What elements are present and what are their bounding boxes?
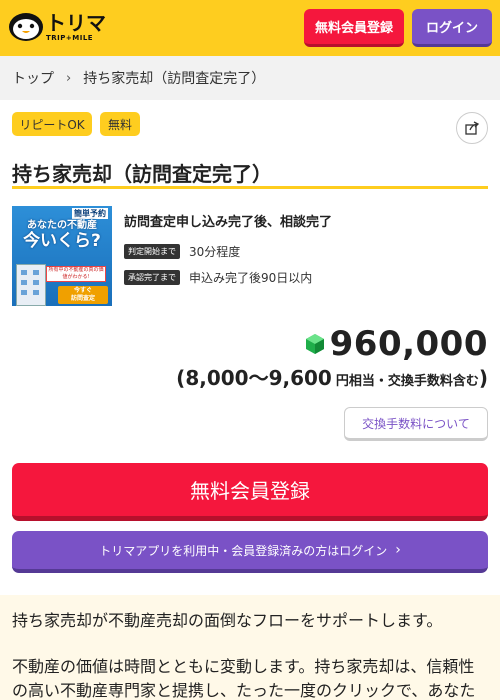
range-close-paren: ) bbox=[478, 366, 488, 390]
logo-tagline: TRIP+MILE bbox=[46, 33, 94, 42]
header-register-button[interactable]: 無料会員登録 bbox=[304, 9, 404, 47]
tag-free: 無料 bbox=[100, 112, 140, 136]
range-separator: 〜 bbox=[248, 366, 269, 390]
offer-thumbnail: 簡単予約 あなたの不動産 今いくら? 所有中の不動産の真の価値がわかる! 今すぐ… bbox=[12, 206, 112, 306]
thumb-card-text: 所有中の不動産の真の価値がわかる! bbox=[46, 266, 106, 282]
title-underline bbox=[12, 186, 488, 189]
logo-name: トリマ bbox=[46, 10, 106, 35]
header-bar: トリマ TRIP+MILE 無料会員登録 ログイン bbox=[0, 0, 500, 56]
yen-range: ( 8,000 〜 9,600 円相当・交換手数料含む ) bbox=[176, 362, 488, 391]
header-login-button[interactable]: ログイン bbox=[412, 9, 492, 47]
description-paragraph: 持ち家売却が不動産売却の面倒なフローをサポートします。 bbox=[12, 611, 443, 630]
points-value: 960,000 bbox=[329, 324, 488, 364]
range-low: 8,000 bbox=[185, 366, 249, 390]
thumb-main-line1: あなたの不動産 bbox=[27, 220, 97, 231]
share-icon bbox=[465, 121, 480, 135]
green-gem-icon bbox=[305, 334, 324, 354]
range-high: 9,600 bbox=[268, 366, 332, 390]
building-icon bbox=[16, 264, 46, 306]
range-unit: 円相当・交換手数料含む bbox=[335, 374, 479, 389]
time-value: 申込み完了後90日以内 bbox=[189, 271, 313, 285]
time-row-judgement: 判定開始まで 30分程度 bbox=[124, 243, 240, 260]
thumb-cta-line1: 今すぐ bbox=[73, 287, 92, 294]
thumb-main-line2: 今いくら? bbox=[23, 230, 101, 251]
chevron-right-icon: › bbox=[66, 70, 72, 86]
penguin-logo-icon bbox=[8, 12, 44, 42]
offer-description: 持ち家売却が不動産売却の面倒なフローをサポートします。 不動産の価値は時間ととも… bbox=[0, 595, 500, 700]
description-paragraph: 不動産の価値は時間とともに変動します。持ち家売却は、信頼性の高い不動産専門家と提… bbox=[12, 657, 476, 700]
chevron-right-icon: › bbox=[395, 542, 401, 558]
breadcrumb-home-link[interactable]: トップ bbox=[12, 68, 54, 88]
range-open-paren: ( bbox=[176, 366, 186, 390]
offer-headline: 訪問査定申し込み完了後、相談完了 bbox=[124, 215, 333, 230]
thumb-cta-line2: 訪問査定 bbox=[70, 295, 95, 302]
points-row: 960,000 bbox=[304, 324, 488, 364]
time-label: 判定開始まで bbox=[124, 244, 180, 259]
breadcrumb: トップ › 持ち家売却（訪問査定完了） bbox=[0, 56, 500, 100]
exchange-fee-button[interactable]: 交換手数料について bbox=[344, 407, 488, 441]
register-button[interactable]: 無料会員登録 bbox=[12, 463, 488, 521]
breadcrumb-current: 持ち家売却（訪問査定完了） bbox=[83, 71, 266, 87]
share-button[interactable] bbox=[456, 112, 488, 144]
tag-repeat-ok: リピートOK bbox=[12, 112, 92, 136]
time-label: 承認完了まで bbox=[124, 270, 180, 285]
login-button[interactable]: トリマアプリを利用中・会員登録済みの方はログイン › bbox=[12, 531, 488, 573]
offer-title: 持ち家売却（訪問査定完了） bbox=[12, 162, 272, 186]
time-value: 30分程度 bbox=[189, 245, 241, 259]
login-button-label: トリマアプリを利用中・会員登録済みの方はログイン bbox=[99, 543, 388, 558]
trima-logo[interactable]: トリマ TRIP+MILE bbox=[8, 12, 106, 42]
thumb-top-text: 簡単予約 bbox=[72, 208, 108, 219]
time-row-approval: 承認完了まで 申込み完了後90日以内 bbox=[124, 269, 312, 286]
